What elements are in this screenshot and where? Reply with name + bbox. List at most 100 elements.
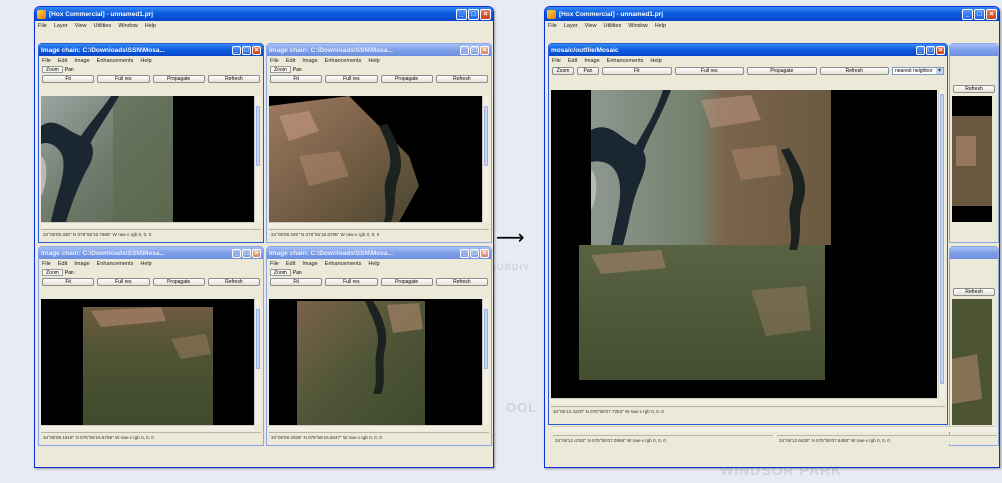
vertical-scrollbar[interactable] (254, 96, 261, 222)
menu-image[interactable]: Image (74, 261, 89, 267)
zoom-tab[interactable]: Zoom (42, 66, 63, 73)
close-button[interactable]: × (252, 248, 261, 258)
child-titlebar[interactable]: Image chain: C:\Downloads\SSN\Mosa... _ … (267, 247, 491, 259)
child-titlebar[interactable]: Image chain: C:\Downloads\SSN\Mosa... _ … (267, 44, 491, 56)
menu-enhancements[interactable]: Enhancements (97, 261, 134, 267)
refresh-button[interactable]: Refresh (207, 75, 260, 83)
image-viewport[interactable] (41, 96, 255, 222)
menu-file[interactable]: File (38, 23, 47, 29)
zoom-tab[interactable]: Zoom (42, 269, 63, 276)
menu-image[interactable]: Image (74, 58, 89, 64)
minimize-button[interactable]: _ (460, 45, 469, 55)
pan-tab[interactable]: Pan (293, 270, 302, 276)
minimize-button[interactable]: _ (456, 8, 467, 20)
menu-file[interactable]: File (552, 58, 561, 64)
menu-help[interactable]: Help (140, 58, 151, 64)
menu-edit[interactable]: Edit (286, 261, 295, 267)
menu-image[interactable]: Image (302, 261, 317, 267)
zoom-tab[interactable]: Zoom (270, 66, 291, 73)
menu-help[interactable]: Help (655, 23, 666, 29)
horizontal-scrollbar[interactable] (269, 222, 482, 228)
minimize-button[interactable]: _ (916, 45, 925, 55)
child-titlebar[interactable]: Image chain: C:\Downloads\SSN\Mosa... _ … (39, 44, 263, 56)
maximize-button[interactable]: □ (470, 248, 479, 258)
menu-edit[interactable]: Edit (58, 58, 67, 64)
refresh-button[interactable]: Refresh (435, 278, 488, 286)
full-res-button[interactable]: Full res (325, 278, 378, 286)
close-button[interactable]: × (480, 8, 491, 20)
behind-horizontal-scrollbar[interactable] (553, 426, 997, 432)
child-titlebar[interactable]: mosaic/outfile/Mosaic _ □ × (549, 44, 947, 56)
fit-button[interactable]: Fit (270, 278, 323, 286)
horizontal-scrollbar[interactable] (41, 425, 254, 431)
refresh-button[interactable]: Refresh (435, 75, 488, 83)
menu-layer[interactable]: Layer (54, 23, 68, 29)
pan-tab[interactable]: Pan (65, 67, 74, 73)
fit-button[interactable]: Fit (602, 67, 672, 75)
maximize-button[interactable]: □ (242, 45, 251, 55)
image-viewport[interactable] (269, 299, 483, 425)
propagate-button[interactable]: Propagate (747, 67, 817, 75)
refresh-button[interactable]: Refresh (953, 288, 995, 296)
fit-button[interactable]: Fit (42, 75, 95, 83)
full-res-button[interactable]: Full res (97, 75, 150, 83)
menu-view[interactable]: View (585, 23, 597, 29)
child-titlebar[interactable]: Image chain: C:\Downloads\SSN\Mosa... _ … (39, 247, 263, 259)
menu-utilities[interactable]: Utilities (603, 23, 621, 29)
menu-file[interactable]: File (42, 58, 51, 64)
zoom-tab[interactable]: Zoom (552, 67, 574, 75)
menu-enhancements[interactable]: Enhancements (97, 58, 134, 64)
vertical-scrollbar[interactable] (482, 299, 489, 425)
vertical-scrollbar[interactable] (938, 90, 945, 398)
horizontal-scrollbar[interactable] (41, 222, 254, 228)
menu-edit[interactable]: Edit (568, 58, 577, 64)
refresh-button[interactable]: Refresh (819, 67, 889, 75)
image-viewport[interactable] (952, 96, 992, 222)
pan-tab[interactable]: Pan (577, 67, 599, 75)
menu-file[interactable]: File (270, 261, 279, 267)
close-button[interactable]: × (936, 45, 945, 55)
horizontal-scrollbar[interactable] (551, 398, 938, 404)
menu-enhancements[interactable]: Enhancements (607, 58, 644, 64)
menu-window[interactable]: Window (118, 23, 138, 29)
menu-edit[interactable]: Edit (286, 58, 295, 64)
propagate-button[interactable]: Propagate (380, 75, 433, 83)
menu-file[interactable]: File (42, 261, 51, 267)
menu-enhancements[interactable]: Enhancements (325, 261, 362, 267)
minimize-button[interactable]: _ (232, 45, 241, 55)
close-button[interactable]: × (252, 45, 261, 55)
image-viewport[interactable] (41, 299, 255, 425)
vertical-scrollbar[interactable] (482, 96, 489, 222)
menu-help[interactable]: Help (140, 261, 151, 267)
maximize-button[interactable]: □ (974, 8, 985, 20)
refresh-button[interactable]: Refresh (207, 278, 260, 286)
close-button[interactable]: × (986, 8, 997, 20)
image-viewport[interactable] (952, 299, 992, 425)
vertical-scrollbar[interactable] (254, 299, 261, 425)
fit-button[interactable]: Fit (270, 75, 323, 83)
right-app-titlebar[interactable]: [Hox Commercial] - unnamed1.prj _ □ × (545, 7, 999, 21)
refresh-button[interactable]: Refresh (953, 85, 995, 93)
pan-tab[interactable]: Pan (65, 270, 74, 276)
menu-utilities[interactable]: Utilities (93, 23, 111, 29)
fit-button[interactable]: Fit (42, 278, 95, 286)
menu-enhancements[interactable]: Enhancements (325, 58, 362, 64)
menu-help[interactable]: Help (368, 58, 379, 64)
child-titlebar[interactable] (950, 247, 998, 259)
menu-window[interactable]: Window (628, 23, 648, 29)
full-res-button[interactable]: Full res (325, 75, 378, 83)
propagate-button[interactable]: Propagate (152, 278, 205, 286)
menu-image[interactable]: Image (302, 58, 317, 64)
close-button[interactable]: × (480, 248, 489, 258)
minimize-button[interactable]: _ (460, 248, 469, 258)
minimize-button[interactable]: _ (962, 8, 973, 20)
child-titlebar[interactable] (950, 44, 998, 56)
minimize-button[interactable]: _ (232, 248, 241, 258)
propagate-button[interactable]: Propagate (152, 75, 205, 83)
menu-help[interactable]: Help (650, 58, 661, 64)
maximize-button[interactable]: □ (242, 248, 251, 258)
left-app-titlebar[interactable]: [Hox Commercial] - unnamed1.prj _ □ × (35, 7, 493, 21)
mosaic-viewport[interactable] (551, 90, 937, 398)
close-button[interactable]: × (480, 45, 489, 55)
full-res-button[interactable]: Full res (97, 278, 150, 286)
